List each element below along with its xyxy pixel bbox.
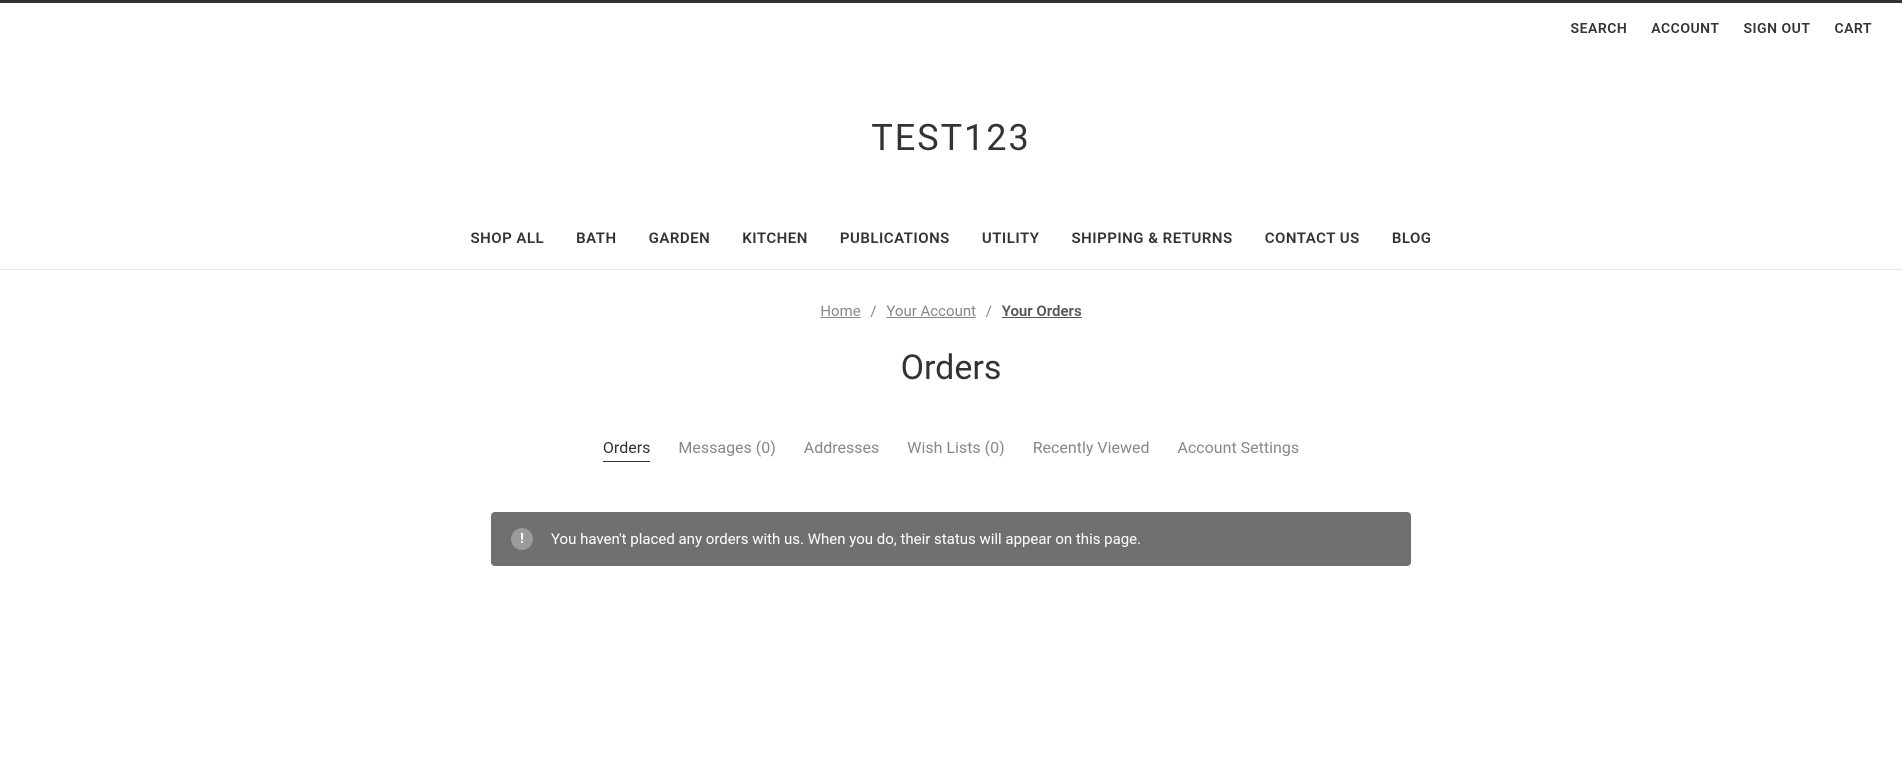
top-bar: SEARCH ACCOUNT SIGN OUT CART [0, 3, 1902, 37]
sign-out-link[interactable]: SIGN OUT [1743, 21, 1810, 37]
logo-area: TEST123 [0, 37, 1902, 229]
nav-contact-us[interactable]: CONTACT US [1265, 229, 1360, 247]
tab-account-settings[interactable]: Account Settings [1177, 438, 1299, 462]
nav-utility[interactable]: UTILITY [982, 229, 1040, 247]
nav-bath[interactable]: BATH [576, 229, 616, 247]
alert-message: You haven't placed any orders with us. W… [551, 530, 1141, 548]
page-title: Orders [0, 348, 1902, 388]
nav-garden[interactable]: GARDEN [649, 229, 711, 247]
no-orders-alert: ! You haven't placed any orders with us.… [491, 512, 1411, 566]
main-nav: SHOP ALL BATH GARDEN KITCHEN PUBLICATION… [0, 229, 1902, 270]
breadcrumb: Home / Your Account / Your Orders [0, 270, 1902, 320]
nav-publications[interactable]: PUBLICATIONS [840, 229, 950, 247]
nav-blog[interactable]: BLOG [1392, 229, 1432, 247]
tab-messages[interactable]: Messages (0) [678, 438, 775, 462]
exclamation-icon: ! [520, 531, 524, 547]
tab-addresses[interactable]: Addresses [804, 438, 880, 462]
account-link[interactable]: ACCOUNT [1651, 21, 1719, 37]
breadcrumb-your-orders[interactable]: Your Orders [1002, 302, 1082, 320]
account-tabs: Orders Messages (0) Addresses Wish Lists… [0, 438, 1902, 512]
alert-icon: ! [511, 528, 533, 550]
nav-kitchen[interactable]: KITCHEN [742, 229, 808, 247]
search-link[interactable]: SEARCH [1571, 21, 1628, 37]
page-title-area: Orders [0, 320, 1902, 438]
alert-container: ! You haven't placed any orders with us.… [471, 512, 1431, 566]
breadcrumb-sep: / [986, 302, 992, 320]
breadcrumb-sep: / [870, 302, 876, 320]
cart-link[interactable]: CART [1834, 21, 1872, 37]
breadcrumb-home[interactable]: Home [820, 302, 860, 320]
tab-wish-lists[interactable]: Wish Lists (0) [907, 438, 1004, 462]
site-logo[interactable]: TEST123 [0, 117, 1902, 159]
tab-recently-viewed[interactable]: Recently Viewed [1033, 438, 1150, 462]
nav-shipping-returns[interactable]: SHIPPING & RETURNS [1072, 229, 1233, 247]
breadcrumb-your-account[interactable]: Your Account [886, 302, 976, 320]
nav-shop-all[interactable]: SHOP ALL [470, 229, 544, 247]
tab-orders[interactable]: Orders [603, 438, 650, 462]
